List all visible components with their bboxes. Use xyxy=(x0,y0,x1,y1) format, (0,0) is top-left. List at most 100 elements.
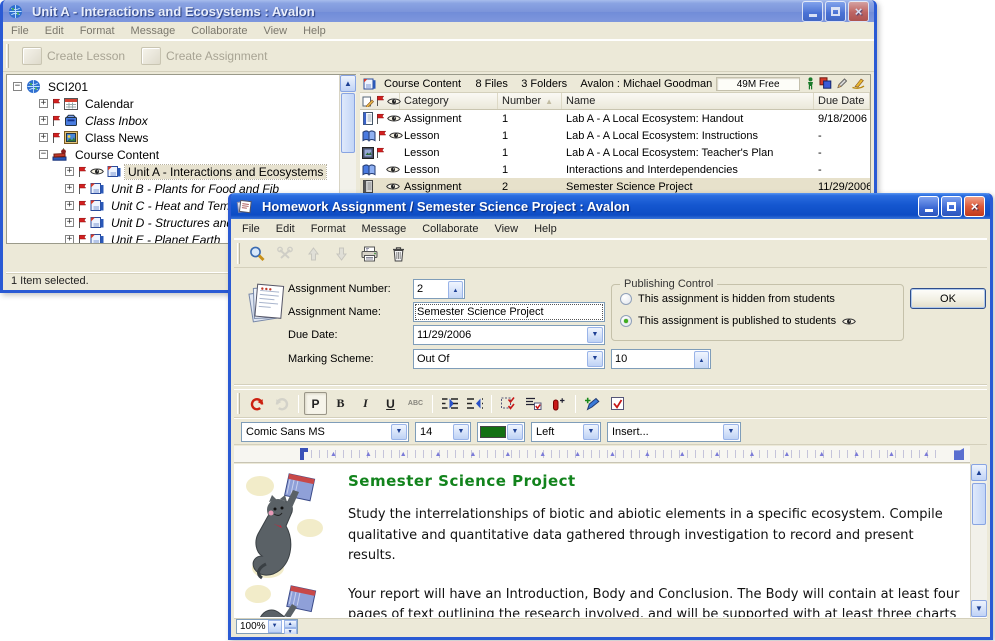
menu-view[interactable]: View xyxy=(486,221,526,237)
list-row[interactable]: Assignment1Lab A - A Local Ecosystem: Ha… xyxy=(360,110,870,127)
column-name[interactable]: Name xyxy=(562,93,814,109)
expand-icon[interactable]: + xyxy=(65,184,74,193)
copy-icon[interactable] xyxy=(819,77,832,90)
menu-edit[interactable]: Edit xyxy=(37,23,72,39)
maximize-button[interactable] xyxy=(825,1,846,22)
expand-icon[interactable]: + xyxy=(65,235,74,244)
delete-button[interactable] xyxy=(386,242,410,266)
list-row[interactable]: Lesson1Lab A - A Local Ecosystem: Instru… xyxy=(360,127,870,144)
add-note-button[interactable] xyxy=(581,392,604,415)
tree-item[interactable]: +Class News xyxy=(9,129,356,146)
right-margin-marker[interactable] xyxy=(954,448,964,460)
italic-button[interactable]: I xyxy=(354,392,377,415)
bold-button[interactable]: B xyxy=(329,392,352,415)
tab-stop-icon[interactable]: ▲ xyxy=(609,451,616,458)
tree-item[interactable]: +Class Inbox xyxy=(9,112,356,129)
create-lesson-button[interactable]: Create Lesson xyxy=(14,45,133,67)
plain-button[interactable]: P xyxy=(304,392,327,415)
minimize-button[interactable] xyxy=(802,1,823,22)
menu-collaborate[interactable]: Collaborate xyxy=(183,23,255,39)
menu-view[interactable]: View xyxy=(255,23,295,39)
number-spinner[interactable]: ▲▼ xyxy=(448,281,463,297)
scroll-up-icon[interactable]: ▲ xyxy=(971,464,987,481)
expand-icon[interactable]: + xyxy=(39,133,48,142)
tree-item[interactable]: +Unit A - Interactions and Ecosystems xyxy=(9,163,356,180)
column-category[interactable]: Category xyxy=(400,93,498,109)
tab-stop-icon[interactable]: ▲ xyxy=(853,451,860,458)
column-number[interactable]: Number▲ xyxy=(498,93,562,109)
tab-stop-icon[interactable]: ▲ xyxy=(679,451,686,458)
undo-button[interactable] xyxy=(245,392,268,415)
list-row[interactable]: Lesson1Interactions and Interdependencie… xyxy=(360,161,870,178)
chevron-down-icon[interactable]: ▼ xyxy=(268,620,282,633)
user-icon[interactable] xyxy=(806,77,815,90)
scroll-thumb[interactable] xyxy=(972,483,986,525)
toolbar-grip[interactable] xyxy=(237,243,240,264)
chevron-down-icon[interactable]: ▼ xyxy=(507,424,523,440)
marking-spinner[interactable]: ▲▼ xyxy=(694,351,709,367)
tab-stop-icon[interactable]: ▲ xyxy=(888,451,895,458)
maximize-button[interactable] xyxy=(941,196,962,217)
document-editor[interactable]: Semester Science Project Study the inter… xyxy=(234,464,970,617)
font-color-dropdown[interactable]: ▼ xyxy=(477,422,525,442)
assignment-name-field[interactable]: Semester Science Project xyxy=(413,302,605,322)
tree-item[interactable]: −Course Content xyxy=(9,146,356,163)
tab-stop-icon[interactable]: ▲ xyxy=(400,451,407,458)
ok-button[interactable]: OK xyxy=(910,288,986,309)
tab-stop-icon[interactable]: ▲ xyxy=(644,451,651,458)
menu-file[interactable]: File xyxy=(3,23,37,39)
menu-file[interactable]: File xyxy=(234,221,268,237)
outdent-button[interactable] xyxy=(463,392,486,415)
scroll-up-icon[interactable]: ▲ xyxy=(340,75,356,92)
due-date-dropdown[interactable]: 11/29/2006 ▼ xyxy=(413,325,605,345)
tab-stop-icon[interactable]: ▲ xyxy=(435,451,442,458)
chevron-down-icon[interactable]: ▼ xyxy=(453,424,469,440)
close-button[interactable]: × xyxy=(964,196,985,217)
tab-stop-icon[interactable]: ▲ xyxy=(783,451,790,458)
title-bar[interactable]: Homework Assignment / Semester Science P… xyxy=(231,193,990,219)
menu-message[interactable]: Message xyxy=(123,23,184,39)
chevron-down-icon[interactable]: ▼ xyxy=(723,424,739,440)
indent-button[interactable] xyxy=(438,392,461,415)
font-family-dropdown[interactable]: Comic Sans MS ▼ xyxy=(241,422,409,442)
published-radio[interactable] xyxy=(620,315,632,327)
tab-stop-icon[interactable]: ▲ xyxy=(574,451,581,458)
checkbox-select-button[interactable] xyxy=(497,392,520,415)
chevron-down-icon[interactable]: ▼ xyxy=(587,351,603,367)
menu-format[interactable]: Format xyxy=(72,23,123,39)
scroll-down-icon[interactable]: ▼ xyxy=(971,600,987,617)
document-scrollbar[interactable]: ▲ ▼ xyxy=(970,464,987,617)
font-size-dropdown[interactable]: 14 ▼ xyxy=(415,422,471,442)
chevron-down-icon[interactable]: ▼ xyxy=(583,424,599,440)
marking-value-field[interactable]: 10 ▲▼ xyxy=(611,349,711,369)
tab-stop-icon[interactable]: ▲ xyxy=(365,451,372,458)
ruler[interactable]: ▲▲▲▲▲▲▲▲▲▲▲▲▲▲▲▲▲▲ xyxy=(234,446,970,463)
chevron-down-icon[interactable]: ▼ xyxy=(587,327,603,343)
expand-icon[interactable]: + xyxy=(39,116,48,125)
menu-format[interactable]: Format xyxy=(303,221,354,237)
minimize-button[interactable] xyxy=(918,196,939,217)
assignment-number-field[interactable]: 2 ▲▼ xyxy=(413,279,465,299)
close-button[interactable]: × xyxy=(848,1,869,22)
list-row[interactable]: Lesson1Lab A - A Local Ecosystem: Teache… xyxy=(360,144,870,161)
collapse-icon[interactable]: − xyxy=(39,150,48,159)
menu-collaborate[interactable]: Collaborate xyxy=(414,221,486,237)
list-header[interactable]: CategoryNumber▲NameDue Date xyxy=(360,93,870,110)
tab-stop-icon[interactable]: ▲ xyxy=(470,451,477,458)
title-bar[interactable]: Unit A - Interactions and Ecosystems : A… xyxy=(3,0,874,22)
scroll-thumb[interactable] xyxy=(341,93,355,153)
expand-icon[interactable]: + xyxy=(39,99,48,108)
footnote-button[interactable] xyxy=(547,392,570,415)
tab-stop-icon[interactable]: ▲ xyxy=(923,451,930,458)
find-button[interactable] xyxy=(245,242,269,266)
marking-scheme-dropdown[interactable]: Out Of ▼ xyxy=(413,349,605,369)
column-due-date[interactable]: Due Date xyxy=(814,93,870,109)
align-dropdown[interactable]: Left ▼ xyxy=(531,422,601,442)
collapse-icon[interactable]: − xyxy=(13,82,22,91)
underline-button[interactable]: U xyxy=(379,392,402,415)
indent-marker[interactable] xyxy=(300,448,308,460)
pencil-icon[interactable] xyxy=(836,77,847,90)
expand-icon[interactable]: + xyxy=(65,218,74,227)
tab-stop-icon[interactable]: ▲ xyxy=(504,451,511,458)
zoom-control[interactable]: 100% ▼ ▲▼ xyxy=(236,619,298,634)
